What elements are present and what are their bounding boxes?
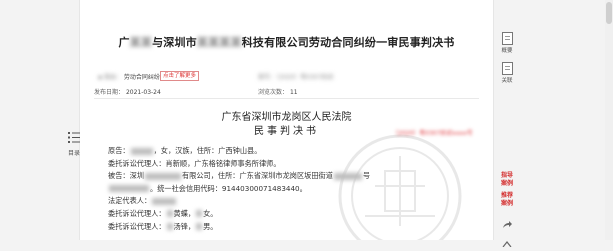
divider [94, 98, 479, 99]
court-name: 广东省深圳市龙岗区人民法院 [221, 112, 352, 123]
body-line: 法定代表人： [108, 195, 370, 208]
body-text: 委托诉讼代理人：肖新顺，广东格铭律师事务所律师。 [108, 158, 281, 168]
title-part: 科技有限公司劳动合同纠纷一审民事判决书 [241, 36, 455, 49]
toc-label: 目录 [67, 150, 80, 157]
body-text: 被告：深圳 [108, 171, 144, 181]
outline-label: 概要 [501, 48, 513, 54]
outline-icon [501, 32, 513, 45]
body-line: 委托诉讼代理人： 汤锋， 男。 [108, 221, 370, 234]
redaction [196, 210, 203, 218]
views-label: 浏览次数： [258, 89, 289, 96]
guide-cases-label: 指导 案例 [500, 172, 513, 187]
body-text: 原告： [108, 146, 130, 155]
title-part: 与深圳市 [152, 36, 197, 49]
publish-date: 2021-03-24 [125, 89, 161, 96]
body-text: 汤锋， [173, 221, 196, 231]
redaction [144, 172, 181, 180]
outline-button[interactable]: 概要 [496, 32, 518, 54]
body-line: 。统一社会信用代码：91440300071483440。 [108, 183, 370, 196]
share-icon [503, 221, 512, 228]
views-row: 浏览次数： 11 [258, 87, 298, 96]
list-icon [68, 132, 80, 143]
case-no-row: 案号：（2020）粤0307民初 [258, 72, 334, 81]
more-button[interactable] [496, 232, 518, 251]
recommend-cases-label: 推荐 案例 [500, 192, 513, 207]
redaction [196, 223, 203, 231]
learn-more-tag[interactable]: 点击了解更多 [160, 71, 200, 81]
body-text: 委托诉讼代理人： [108, 208, 166, 218]
redacted-text: 案号：（2020）粤0307民初 [258, 74, 334, 81]
scrollbar-thumb[interactable] [606, 2, 612, 24]
title-part: 广 [118, 36, 130, 49]
body-text: 黄蝶， [173, 208, 196, 218]
guide-cases-button[interactable]: 指导 案例 [496, 172, 518, 188]
body-text: 委托诉讼代理人： [108, 221, 166, 231]
right-toolbar: 概要 关联 指导 案例 推荐 案例 [496, 0, 518, 248]
redaction [166, 223, 173, 231]
body-text: 男。 [203, 221, 218, 231]
redaction [333, 172, 362, 180]
redaction [130, 147, 153, 155]
redaction [166, 210, 173, 218]
redacted-text: 某某某某 [196, 36, 242, 49]
body-text: 。统一社会信用代码：91440300071483440。 [150, 183, 307, 193]
toc-button[interactable]: 目录 [64, 128, 84, 157]
related-label: 关联 [501, 78, 513, 84]
body-line: 委托诉讼代理人： 黄蝶， 女。 [108, 208, 370, 221]
document-body: 原告： ，女，汉族，住所：广西钟山县。 委托诉讼代理人：肖新顺，广东格铭律师事务所… [108, 145, 370, 233]
body-text: 法定代表人： [108, 196, 152, 206]
body-text: 女。 [203, 208, 218, 218]
more-icon [502, 241, 512, 248]
document-title: 广某某与深圳市某某某某科技有限公司劳动合同纠纷一审民事判决书 [80, 34, 493, 50]
share-button[interactable] [496, 214, 518, 233]
redacted-text: ▪ 案由： [98, 74, 122, 81]
cause-label: 劳动合同纠纷 [123, 74, 160, 81]
scrollbar[interactable] [605, 0, 613, 240]
cause-row: ▪ 案由： 劳动合同纠纷 [98, 72, 160, 81]
body-line: 原告： ，女，汉族，住所：广西钟山县。 [108, 145, 370, 158]
redaction [152, 197, 177, 205]
redaction [109, 185, 149, 193]
document-paper: 广某某与深圳市某某某某科技有限公司劳动合同纠纷一审民事判决书 ▪ 案由： 劳动合… [79, 0, 494, 240]
redacted-text: 某某 [129, 36, 153, 49]
publish-date-row: 发布日期： 2021-03-24 [94, 87, 161, 96]
body-line: 被告：深圳 有限公司，住所：广东省深圳市龙岗区坂田街道 号 [108, 170, 370, 183]
body-text: ，女，汉族，住所：广西钟山县。 [153, 146, 262, 155]
body-line: 委托诉讼代理人：肖新顺，广东格铭律师事务所律师。 [108, 158, 370, 171]
publish-label: 发布日期： [94, 89, 125, 96]
case-number: （2020）粤0307民初xxxx号 [392, 130, 473, 137]
recommend-cases-button[interactable]: 推荐 案例 [496, 192, 518, 208]
related-button[interactable]: 关联 [496, 62, 518, 84]
views-count: 11 [289, 89, 298, 96]
body-text: 有限公司，住所：广东省深圳市龙岗区坂田街道 [181, 171, 333, 181]
related-icon [501, 62, 513, 75]
body-text: 号 [362, 171, 371, 181]
